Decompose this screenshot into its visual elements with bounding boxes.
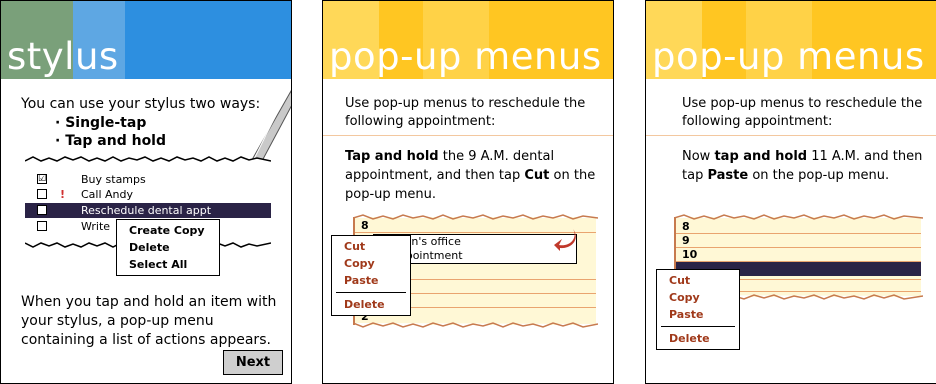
intro-text: Use pop-up menus to reschedule the follo… [345, 96, 586, 129]
menu-item-create-copy[interactable]: Create Copy [117, 222, 219, 239]
header-banner: pop-up menus [323, 1, 613, 79]
menu-item-copy[interactable]: Copy [657, 289, 739, 306]
divider [646, 135, 936, 136]
menu-item-cut[interactable]: Cut [332, 238, 410, 255]
menu-item-delete[interactable]: Delete [117, 239, 219, 256]
checkbox-checked[interactable]: ☑ [37, 174, 47, 184]
popup-menu: Cut Copy Paste Delete [331, 235, 411, 316]
next-button[interactable]: Next [223, 350, 283, 375]
menu-item-select-all[interactable]: Select All [117, 256, 219, 273]
explanation-text: When you tap and hold an item with your … [21, 294, 277, 348]
hour-label: 8 [361, 219, 369, 232]
hour-label: 8 [682, 220, 690, 233]
checkbox[interactable] [37, 205, 47, 215]
intro-text: Use pop-up menus to reschedule the follo… [682, 96, 923, 129]
menu-item-delete[interactable]: Delete [332, 296, 410, 313]
menu-item-paste[interactable]: Paste [657, 306, 739, 323]
instruction-text: Tap and hold the 9 A.M. dental appointme… [345, 149, 596, 202]
priority-icon: ! [60, 188, 66, 201]
menu-item-cut[interactable]: Cut [657, 272, 739, 289]
popup-menus-screen-2: pop-up menus Use pop-up menus to resched… [645, 0, 936, 384]
popup-menu: Create Copy Delete Select All [116, 219, 220, 276]
menu-item-copy[interactable]: Copy [332, 255, 410, 272]
screen-title: pop-up menus [329, 35, 602, 78]
menu-item-paste[interactable]: Paste [332, 272, 410, 289]
list-item[interactable]: ☑ Buy stamps [25, 172, 271, 187]
header-banner: pop-up menus [646, 1, 936, 79]
list-item-selected[interactable]: Reschedule dental appt [25, 203, 271, 218]
divider [323, 135, 613, 136]
checkbox[interactable] [37, 189, 47, 199]
stylus-screen: stylus You can use your stylus two ways:… [0, 0, 292, 384]
hour-label: 9 [682, 234, 690, 247]
screen-title: pop-up menus [652, 35, 925, 78]
hour-label: 10 [682, 248, 698, 261]
popup-menu: Cut Copy Paste Delete [656, 269, 740, 350]
menu-item-delete[interactable]: Delete [657, 330, 739, 347]
list-item[interactable]: ! Call Andy [25, 187, 271, 202]
popup-menus-screen-1: pop-up menus Use pop-up menus to resched… [322, 0, 614, 384]
checkbox[interactable] [37, 221, 47, 231]
instruction-text: Now tap and hold 11 A.M. and then tap Pa… [682, 149, 923, 183]
recurring-arrow-icon [554, 229, 576, 251]
